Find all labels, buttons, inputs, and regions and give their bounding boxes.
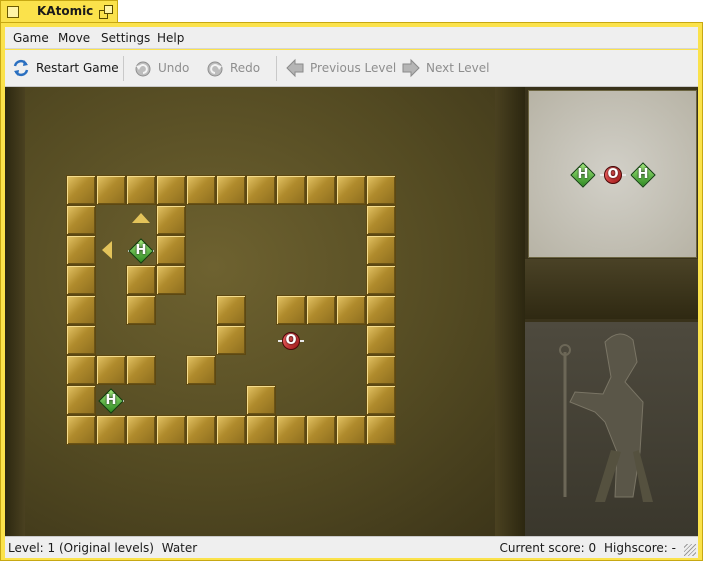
toolbar-separator	[123, 56, 124, 81]
wall-tile	[66, 325, 96, 355]
level-status: Level: 1 (Original levels)	[8, 541, 154, 555]
hydrogen-atom-selected[interactable]: H	[128, 238, 154, 264]
wall-tile	[336, 175, 366, 205]
status-bar: Level: 1 (Original levels) Water Current…	[5, 536, 698, 558]
wall-tile	[156, 205, 186, 235]
wall-tile	[96, 355, 126, 385]
previous-level-button[interactable]: Previous Level	[285, 58, 396, 78]
previous-level-label: Previous Level	[310, 61, 397, 75]
wall-tile	[186, 415, 216, 445]
wall-tile	[306, 175, 336, 205]
egyptian-relief-image	[525, 322, 698, 536]
menu-game[interactable]: Game	[13, 31, 49, 45]
wall-tile	[366, 355, 396, 385]
main-window: Game Move Settings Help Restart Game Und…	[0, 22, 703, 561]
wall-tile	[66, 385, 96, 415]
resize-grip-icon[interactable]	[684, 544, 696, 556]
wall-tile	[336, 415, 366, 445]
preview-hydrogen-atom: H	[630, 162, 656, 188]
menu-help[interactable]: Help	[157, 31, 184, 45]
wall-tile	[336, 295, 366, 325]
molecule-preview: H O H	[528, 90, 697, 258]
wall-tile	[186, 175, 216, 205]
side-divider	[525, 259, 698, 319]
wall-tile	[366, 415, 396, 445]
wall-tile	[246, 415, 276, 445]
wall-tile	[306, 295, 336, 325]
wall-tile	[126, 265, 156, 295]
molecule-name: Water	[161, 541, 198, 555]
side-panel: H O H	[525, 87, 698, 536]
title-bar: KAtomic	[0, 0, 703, 23]
undo-icon	[133, 58, 153, 78]
hydrogen-atom[interactable]: H	[98, 388, 124, 414]
preview-oxygen-atom: O	[600, 162, 626, 188]
wall-tile	[66, 355, 96, 385]
wall-tile	[126, 415, 156, 445]
wall-tile	[156, 415, 186, 445]
window-menu-icon[interactable]	[7, 6, 19, 18]
wall-tile	[366, 295, 396, 325]
wall-tile	[276, 415, 306, 445]
wall-tile	[96, 175, 126, 205]
wall-tile	[216, 175, 246, 205]
wall-tile	[366, 265, 396, 295]
wall-tile	[366, 385, 396, 415]
wall-tile	[276, 175, 306, 205]
window-title-tab[interactable]: KAtomic	[0, 0, 118, 23]
arrow-right-icon	[401, 58, 421, 78]
wall-tile	[156, 175, 186, 205]
game-area: H O H H O H	[5, 87, 698, 536]
wall-tile	[66, 205, 96, 235]
wall-tile	[366, 205, 396, 235]
wall-tile	[306, 415, 336, 445]
highscore: Highscore: -	[603, 541, 676, 555]
undo-button[interactable]: Undo	[133, 58, 189, 78]
next-level-label: Next Level	[426, 61, 490, 75]
undo-label: Undo	[158, 61, 190, 75]
wall-tile	[126, 175, 156, 205]
move-up-arrow-icon[interactable]	[132, 213, 150, 223]
wall-tile	[276, 295, 306, 325]
arrow-left-icon	[285, 58, 305, 78]
wall-tile	[66, 175, 96, 205]
current-score: Current score: 0	[499, 541, 597, 555]
wall-tile	[366, 175, 396, 205]
playfield[interactable]: H O H	[5, 87, 525, 536]
wall-tile	[66, 415, 96, 445]
restart-game-label: Restart Game	[36, 61, 119, 75]
wall-tile	[216, 415, 246, 445]
window-title: KAtomic	[37, 4, 94, 18]
maximize-icon[interactable]	[99, 5, 115, 20]
toolbar-separator	[276, 56, 277, 81]
wall-tile	[66, 295, 96, 325]
preview-hydrogen-atom: H	[570, 162, 596, 188]
wall-tile	[126, 295, 156, 325]
move-left-arrow-icon[interactable]	[102, 241, 112, 259]
menu-bar: Game Move Settings Help	[5, 27, 698, 49]
wall-tile	[216, 325, 246, 355]
wall-tile	[186, 355, 216, 385]
wall-tile	[246, 385, 276, 415]
restart-icon	[11, 58, 31, 78]
redo-label: Redo	[230, 61, 261, 75]
wall-tile	[366, 325, 396, 355]
menu-move[interactable]: Move	[58, 31, 90, 45]
wall-tile	[156, 265, 186, 295]
wall-tile	[366, 235, 396, 265]
wall-tile	[156, 235, 186, 265]
next-level-button[interactable]: Next Level	[401, 58, 489, 78]
wall-tile	[66, 265, 96, 295]
wall-tile	[216, 295, 246, 325]
redo-button[interactable]: Redo	[205, 58, 260, 78]
wall-tile	[246, 175, 276, 205]
wall-tile	[66, 235, 96, 265]
menu-settings[interactable]: Settings	[101, 31, 150, 45]
toolbar: Restart Game Undo Redo Previous Level Ne…	[5, 50, 698, 87]
oxygen-atom[interactable]: O	[278, 328, 304, 354]
wall-tile	[126, 355, 156, 385]
redo-icon	[205, 58, 225, 78]
wall-tile	[96, 415, 126, 445]
restart-game-button[interactable]: Restart Game	[11, 58, 119, 78]
